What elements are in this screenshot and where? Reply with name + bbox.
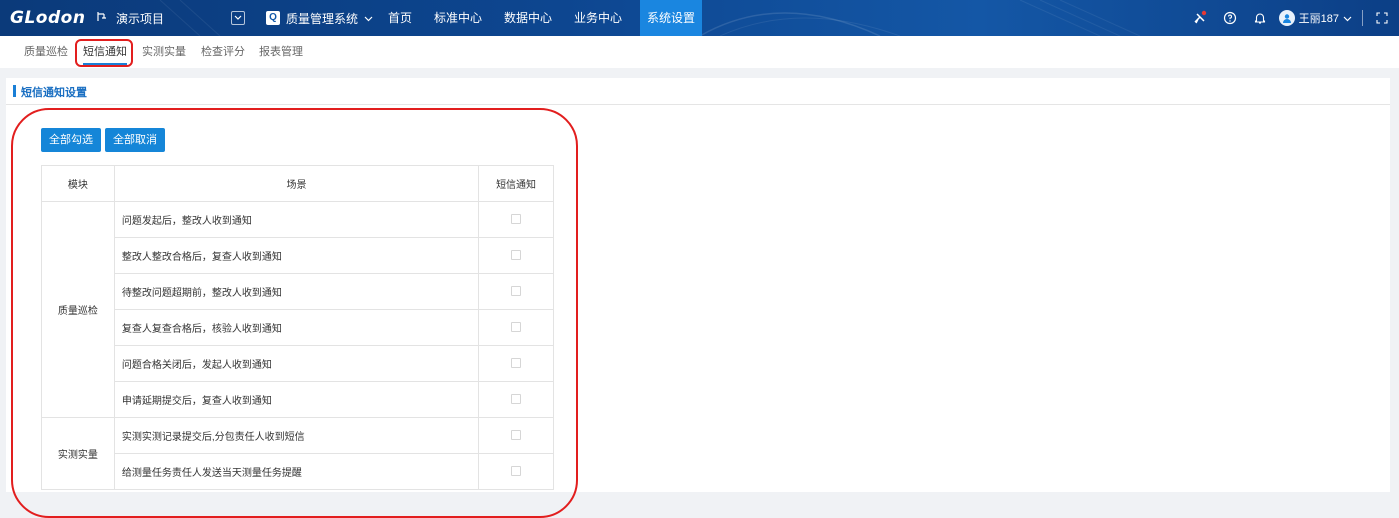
nav-standard-center[interactable]: 标准中心 [430,0,486,36]
user-menu[interactable]: 王丽187 [1278,10,1352,26]
highlight-annotation-table [11,108,578,518]
system-selector[interactable]: Q 质量管理系统 [266,0,373,36]
nav-data-center[interactable]: 数据中心 [500,0,556,36]
title-accent-bar [13,85,16,97]
top-navigation-bar: GLodon 演示项目 Q 质量管理系统 首页 标准中心 数据中心 业务中心 系… [0,0,1399,36]
chevron-down-icon[interactable] [231,11,245,25]
avatar [1278,10,1295,26]
system-app-icon: Q [266,11,280,25]
nav-system-settings[interactable]: 系统设置 [640,0,702,36]
nav-business-center[interactable]: 业务中心 [570,0,626,36]
system-name: 质量管理系统 [286,11,359,26]
sub-tab-bar: 质量巡检 短信通知 实测实量 检查评分 报表管理 [0,36,1399,68]
help-icon[interactable] [1219,7,1241,29]
chevron-down-icon [364,11,373,25]
bell-icon[interactable] [1249,7,1271,29]
tab-quality-inspection[interactable]: 质量巡检 [24,36,68,68]
highlight-annotation-tab [75,39,133,67]
chevron-down-icon [1343,11,1352,25]
header-right-tools: 王丽187 [1189,0,1399,36]
project-selector[interactable]: 演示项目 [96,0,164,36]
tab-actual-measurement[interactable]: 实测实量 [142,36,186,68]
glodon-logo: GLodon [10,8,86,28]
project-switch-icon [96,11,108,26]
nav-home[interactable]: 首页 [381,0,419,36]
panel-title: 短信通知设置 [21,87,87,99]
fullscreen-icon[interactable] [1371,7,1393,29]
tab-report-management[interactable]: 报表管理 [259,36,303,68]
satellite-notify-icon[interactable] [1189,7,1211,29]
user-name: 王丽187 [1298,13,1339,25]
divider [1362,10,1363,26]
panel-header: 短信通知设置 [6,78,1390,105]
project-name: 演示项目 [116,11,165,26]
tab-inspection-scoring[interactable]: 检查评分 [201,36,245,68]
